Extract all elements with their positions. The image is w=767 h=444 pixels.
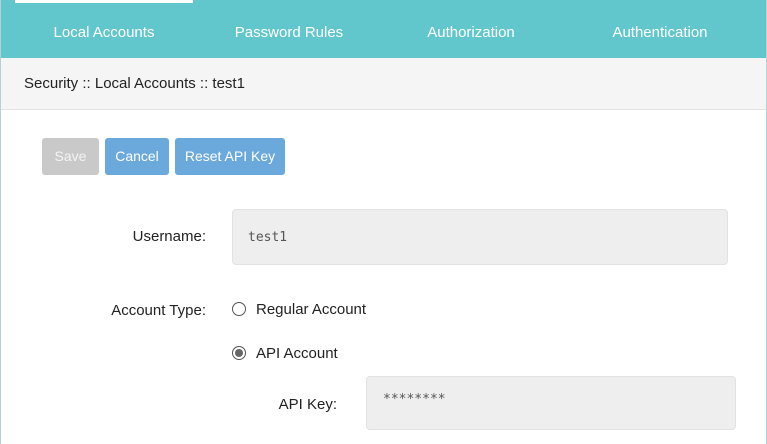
regular-account-label: Regular Account <box>256 300 367 318</box>
radio-api-account[interactable]: API Account <box>232 343 338 363</box>
api-account-radio[interactable] <box>232 346 246 360</box>
tab-authorization[interactable]: Authorization <box>381 0 561 58</box>
api-key-label: API Key: <box>278 396 337 413</box>
account-settings-page: Local Accounts Password Rules Authorizat… <box>0 0 767 444</box>
api-key-field[interactable]: ******** <box>366 376 736 430</box>
username-field[interactable]: test1 <box>232 209 728 265</box>
regular-account-radio[interactable] <box>232 302 246 316</box>
save-button[interactable]: Save <box>42 138 99 175</box>
tab-authentication[interactable]: Authentication <box>566 0 754 58</box>
account-type-label: Account Type: <box>111 302 206 319</box>
api-key-value: ******** <box>383 392 446 407</box>
breadcrumb-bar: Security :: Local Accounts :: test1 <box>1 58 766 110</box>
breadcrumb: Security :: Local Accounts :: test1 <box>24 75 245 92</box>
api-account-label: API Account <box>256 344 338 362</box>
radio-regular-account[interactable]: Regular Account <box>232 299 366 319</box>
cancel-button[interactable]: Cancel <box>105 138 169 175</box>
username-label: Username: <box>132 228 206 245</box>
tab-local-accounts[interactable]: Local Accounts <box>15 0 193 58</box>
reset-api-key-button[interactable]: Reset API Key <box>175 138 285 175</box>
username-value: test1 <box>248 230 288 245</box>
tab-password-rules[interactable]: Password Rules <box>201 0 377 58</box>
tab-bar: Local Accounts Password Rules Authorizat… <box>1 0 766 58</box>
